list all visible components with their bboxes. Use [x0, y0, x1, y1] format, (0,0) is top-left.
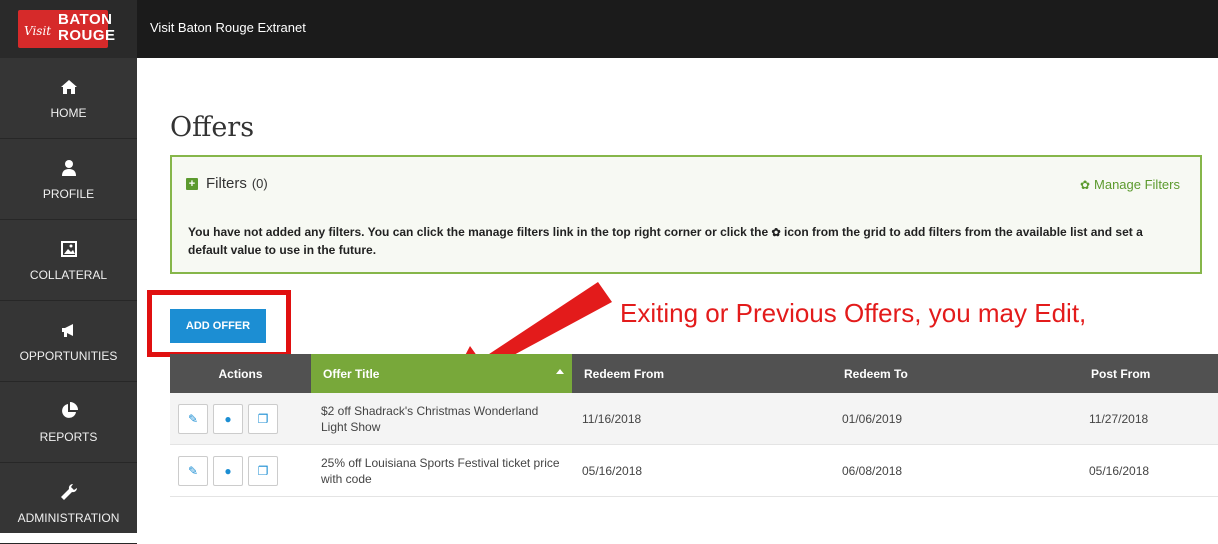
sidebar-item-reports[interactable]: REPORTS — [0, 382, 137, 463]
view-eye-icon[interactable]: ● — [213, 403, 243, 434]
sidebar-item-label: ADMINISTRATION — [17, 511, 120, 525]
column-header-offer-title[interactable]: Offer Title — [311, 354, 572, 393]
logo-baton-text: BATON — [58, 11, 113, 28]
redeem-from-cell: 05/16/2018 — [572, 444, 832, 497]
user-icon — [0, 159, 137, 179]
post-from-cell: 11/27/2018 — [1079, 393, 1218, 445]
edit-pencil-icon[interactable]: ✎ — [178, 455, 208, 486]
sidebar-item-opportunities[interactable]: OPPORTUNITIES — [0, 301, 137, 382]
redeem-to-cell: 06/08/2018 — [832, 444, 1079, 497]
table-row: ✎ ● ❐ 25% off Louisiana Sports Festival ti… — [170, 444, 1218, 497]
filters-toggle[interactable]: + Filters (0) — [186, 175, 268, 192]
sidebar-item-label: PROFILE — [42, 187, 95, 201]
sidebar-item-label: COLLATERAL — [29, 268, 108, 282]
app-title: Visit Baton Rouge Extranet — [150, 20, 306, 35]
logo-area[interactable]: Visit BATON ROUGE — [0, 0, 137, 58]
sidebar: HOME PROFILE COLLATERAL OPPORTUNITIES RE… — [0, 58, 137, 544]
table-row: ✎ ● ❐ $2 off Shadrack's Christmas Wonderla… — [170, 393, 1218, 445]
sidebar-item-label: REPORTS — [39, 430, 98, 444]
post-from-cell: 05/16/2018 — [1079, 444, 1218, 497]
megaphone-icon — [0, 321, 137, 341]
sidebar-item-label: OPPORTUNITIES — [19, 349, 118, 363]
row-actions: ✎ ● ❐ — [170, 444, 311, 497]
sidebar-item-collateral[interactable]: COLLATERAL — [0, 220, 137, 301]
column-header-redeem-to[interactable]: Redeem To — [832, 354, 1079, 393]
pie-chart-icon — [0, 402, 137, 422]
copy-icon[interactable]: ❐ — [248, 403, 278, 434]
expand-plus-icon: + — [186, 177, 198, 190]
logo-visit-text: Visit — [24, 24, 52, 38]
column-header-post-from[interactable]: Post From — [1079, 354, 1218, 393]
filters-message-text-1: You have not added any filters. You can … — [188, 225, 772, 239]
sidebar-item-home[interactable]: HOME — [0, 58, 137, 139]
view-eye-icon[interactable]: ● — [213, 455, 243, 486]
column-header-redeem-from[interactable]: Redeem From — [572, 354, 832, 393]
column-header-label: Offer Title — [323, 366, 380, 381]
offer-title-cell: 25% off Louisiana Sports Festival ticket… — [311, 444, 572, 497]
filters-panel: + Filters (0) ✿ Manage Filters You have … — [170, 155, 1202, 274]
manage-filters-label: Manage Filters — [1094, 177, 1180, 192]
logo-rouge-text: ROUGE — [58, 27, 116, 44]
column-header-actions: Actions — [170, 354, 311, 393]
copy-icon[interactable]: ❐ — [248, 455, 278, 486]
redeem-from-cell: 11/16/2018 — [572, 393, 832, 445]
edit-pencil-icon[interactable]: ✎ — [178, 403, 208, 434]
sidebar-item-label: HOME — [50, 106, 87, 120]
grid-header-row: Actions Offer Title Redeem From Redeem T… — [170, 354, 1218, 393]
sidebar-item-profile[interactable]: PROFILE — [0, 139, 137, 220]
gear-icon: ✿ — [771, 227, 781, 239]
manage-filters-link[interactable]: ✿ Manage Filters — [1080, 177, 1180, 192]
filters-message: You have not added any filters. You can … — [188, 224, 1178, 259]
sort-ascending-icon — [556, 369, 564, 374]
wrench-icon — [0, 483, 137, 503]
offer-title-cell: $2 off Shadrack's Christmas Wonderland L… — [311, 393, 572, 445]
offers-grid: Actions Offer Title Redeem From Redeem T… — [170, 354, 1218, 497]
filters-count: (0) — [251, 176, 268, 191]
add-offer-button[interactable]: ADD OFFER — [170, 309, 266, 343]
image-icon — [0, 240, 137, 260]
filters-label: Filters — [206, 175, 247, 192]
annotation-text: Exiting or Previous Offers, you may Edit… — [620, 298, 1087, 328]
redeem-to-cell: 01/06/2019 — [832, 393, 1079, 445]
visit-baton-rouge-logo[interactable]: Visit BATON ROUGE — [18, 10, 115, 48]
gear-icon: ✿ — [1079, 177, 1091, 192]
sidebar-item-administration[interactable]: ADMINISTRATION — [0, 463, 137, 544]
page-title: Offers — [170, 112, 255, 143]
top-bar: Visit BATON ROUGE Visit Baton Rouge Extr… — [0, 0, 1218, 58]
row-actions: ✎ ● ❐ — [170, 393, 311, 445]
home-icon — [0, 78, 137, 98]
